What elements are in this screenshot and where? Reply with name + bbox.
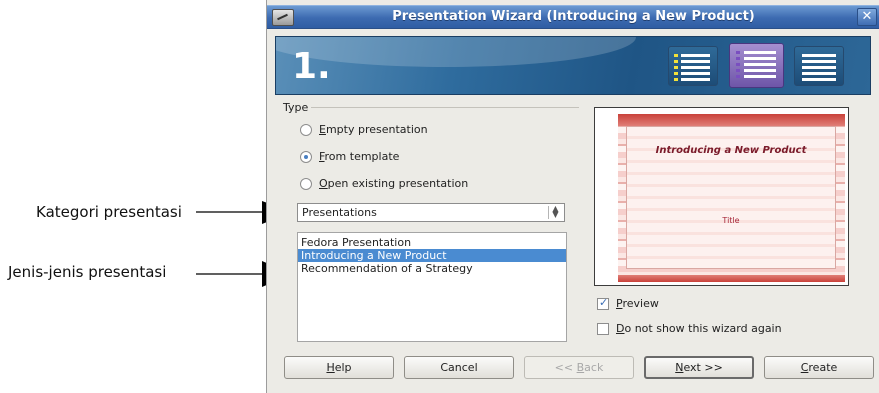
list-item[interactable]: Fedora Presentation <box>298 236 566 249</box>
category-select-value: Presentations <box>302 206 377 219</box>
template-list[interactable]: Fedora Presentation Introducing a New Pr… <box>297 232 567 342</box>
next-button[interactable]: Next >> <box>644 356 754 379</box>
spinner-icon[interactable]: ▲ ▼ <box>548 205 562 219</box>
list-item[interactable]: Recommendation of a Strategy <box>298 262 566 275</box>
radio-button[interactable] <box>300 178 312 190</box>
document-text-icon <box>794 46 844 86</box>
slide-thumbnail: Introducing a New Product Title <box>618 114 845 282</box>
preview-panel: Introducing a New Product Title <box>594 107 849 286</box>
category-select[interactable]: Presentations ▲ ▼ <box>297 203 565 222</box>
cancel-button[interactable]: Cancel <box>404 356 514 379</box>
annotation-types: Jenis-jenis presentasi <box>8 263 167 281</box>
document-list-icon <box>668 46 718 86</box>
document-list-active-icon <box>729 43 784 88</box>
list-item[interactable]: Introducing a New Product <box>298 249 566 262</box>
slide-subtitle: Title <box>722 216 740 225</box>
step-number: 1. <box>292 46 331 87</box>
close-button[interactable]: ✕ <box>857 8 877 26</box>
title-bar[interactable]: Presentation Wizard (Introducing a New P… <box>267 5 879 29</box>
type-group-label: Type <box>283 101 309 114</box>
create-button[interactable]: Create <box>764 356 874 379</box>
window-title: Presentation Wizard (Introducing a New P… <box>392 9 755 24</box>
slide-title: Introducing a New Product <box>655 145 807 156</box>
help-button[interactable]: Help <box>284 356 394 379</box>
preview-checkbox[interactable] <box>597 296 609 310</box>
step-banner: 1. <box>275 36 871 95</box>
radio-button[interactable] <box>300 124 312 136</box>
back-button[interactable]: << Back <box>524 356 634 379</box>
radio-button[interactable] <box>300 151 312 163</box>
annotation-category: Kategori presentasi <box>36 203 182 221</box>
no-show-checkbox[interactable] <box>597 323 609 335</box>
type-group-divider <box>311 107 579 108</box>
